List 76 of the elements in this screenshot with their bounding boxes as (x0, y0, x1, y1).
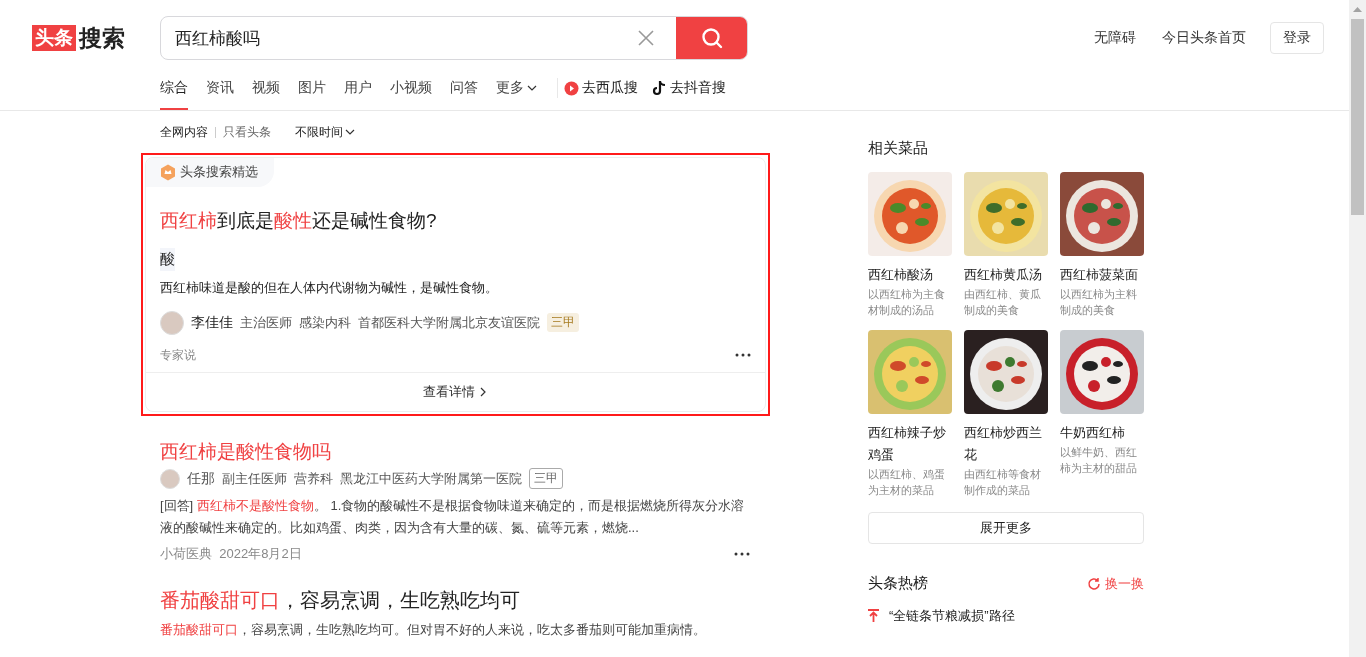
tab[interactable]: 资讯 (206, 66, 234, 110)
dish-description: 由西红柿、黄瓜制成的美食 (964, 287, 1042, 318)
result-snippet: [回答] 西红柿不是酸性食物。 1.食物的酸碱性不是根据食物味道来确定的，而是根据燃烧所得灰分水溶液的酸碱性来确定的。比如鸡蛋、肉类，因为含有大量的碳、氮、硫等元素，燃烧... (160, 497, 746, 538)
external-search-link[interactable]: 去抖音搜 (652, 66, 726, 110)
logo-text: 搜索 (79, 23, 125, 53)
music-note-icon (652, 80, 667, 96)
dish-name[interactable]: 西红柿黄瓜汤 (964, 264, 1048, 286)
pin-to-top-icon (868, 609, 879, 623)
hospital-grade-tag: 三甲 (547, 313, 579, 333)
dish-name[interactable]: 西红柿菠菜面 (1060, 264, 1144, 286)
hexagon-icon (160, 163, 176, 181)
chevron-right-icon (478, 386, 488, 397)
dish-name[interactable]: 西红柿辣子炒鸡蛋 (868, 422, 952, 466)
logo[interactable]: 头条 搜索 (32, 22, 160, 54)
view-details-link[interactable]: 查看详情 (146, 371, 765, 411)
filter-option[interactable]: 只看头条 (223, 123, 271, 141)
author-department: 感染内科 (299, 313, 351, 332)
dish-description: 以鲜牛奶、西红柿为主材的甜品 (1060, 445, 1138, 476)
scrollbar[interactable] (1349, 0, 1366, 657)
header-link[interactable]: 无障碍 (1094, 29, 1136, 47)
hospital-name: 首都医科大学附属北京友谊医院 (358, 313, 540, 332)
author-department: 营养科 (294, 469, 333, 488)
hot-list-item[interactable]: “全链条节粮减损”路径 (889, 607, 1015, 625)
play-icon (564, 80, 579, 96)
dish-description: 由西红柿等食材制作成的菜品 (964, 467, 1042, 498)
more-icon[interactable] (735, 353, 751, 358)
refresh-link[interactable]: 换一换 (1087, 574, 1144, 593)
avatar (160, 468, 180, 489)
author-title: 副主任医师 (222, 469, 287, 488)
answer-summary: 西红柿味道是酸的但在人体内代谢物为碱性，是碱性食物。 (160, 278, 499, 297)
expand-more-button[interactable]: 展开更多 (868, 512, 1144, 544)
dish-description: 以西红柿、鸡蛋为主材的菜品 (868, 467, 946, 498)
card-label: 头条搜索精选 (180, 163, 258, 181)
tab[interactable]: 图片 (298, 66, 326, 110)
search-field[interactable]: 西红柿酸吗 (160, 16, 748, 60)
hospital-grade-tag: 三甲 (529, 468, 563, 490)
section-title: 相关菜品 (868, 139, 929, 158)
avatar (160, 310, 184, 335)
more-icon[interactable] (734, 552, 750, 557)
time-filter[interactable]: 不限时间 (295, 123, 355, 141)
chevron-down-icon (527, 83, 537, 93)
author-name[interactable]: 李佳佳 (191, 313, 233, 332)
dish-name[interactable]: 西红柿酸汤 (868, 264, 952, 286)
tab[interactable]: 问答 (450, 66, 478, 110)
result-snippet: 番茄酸甜可口，容易烹调，生吃熟吃均可。但对胃不好的人来说，吃太多番茄则可能加重病情。 (160, 621, 707, 640)
logo-badge: 头条 (32, 25, 76, 51)
author-title: 主治医师 (240, 313, 292, 332)
chevron-down-icon (345, 127, 355, 137)
answer-text: 酸 (160, 247, 175, 271)
tab[interactable]: 用户 (344, 66, 372, 110)
dish-name[interactable]: 西红柿炒西兰花 (964, 422, 1048, 466)
section-title: 头条热榜 (868, 574, 928, 593)
tab[interactable]: 更多 (496, 66, 537, 110)
source-and-date: 小荷医典 2022年8月2日 (160, 545, 302, 564)
dish-description: 以西红柿为主料制成的美食 (1060, 287, 1138, 318)
header-link[interactable]: 今日头条首页 (1162, 29, 1246, 47)
author-name[interactable]: 任那 (187, 469, 215, 488)
search-button[interactable] (676, 17, 747, 59)
login-button[interactable]: 登录 (1270, 22, 1324, 54)
external-search-link[interactable]: 去西瓜搜 (564, 66, 638, 110)
hospital-name: 黑龙江中医药大学附属第一医院 (340, 469, 522, 488)
scroll-up-icon[interactable] (1353, 6, 1362, 12)
dish-description: 以西红柿为主食材制成的汤品 (868, 287, 946, 318)
result-title[interactable]: 西红柿是酸性食物吗 (160, 439, 750, 465)
dish-name[interactable]: 牛奶西红柿 (1060, 422, 1144, 444)
search-icon (701, 27, 723, 49)
result-title[interactable]: 西红柿到底是酸性还是碱性食物? (160, 209, 751, 234)
refresh-icon (1087, 576, 1101, 591)
result-title[interactable]: 番茄酸甜可口，容易烹调，生吃熟吃均可 (160, 587, 750, 614)
filter-option[interactable]: 全网内容 (160, 123, 208, 141)
tab[interactable]: 小视频 (390, 66, 432, 110)
tab[interactable]: 综合 (160, 66, 188, 110)
tab[interactable]: 视频 (252, 66, 280, 110)
scrollbar-thumb[interactable] (1351, 19, 1364, 215)
clear-icon[interactable] (638, 30, 654, 46)
source-label: 专家说 (160, 346, 196, 364)
